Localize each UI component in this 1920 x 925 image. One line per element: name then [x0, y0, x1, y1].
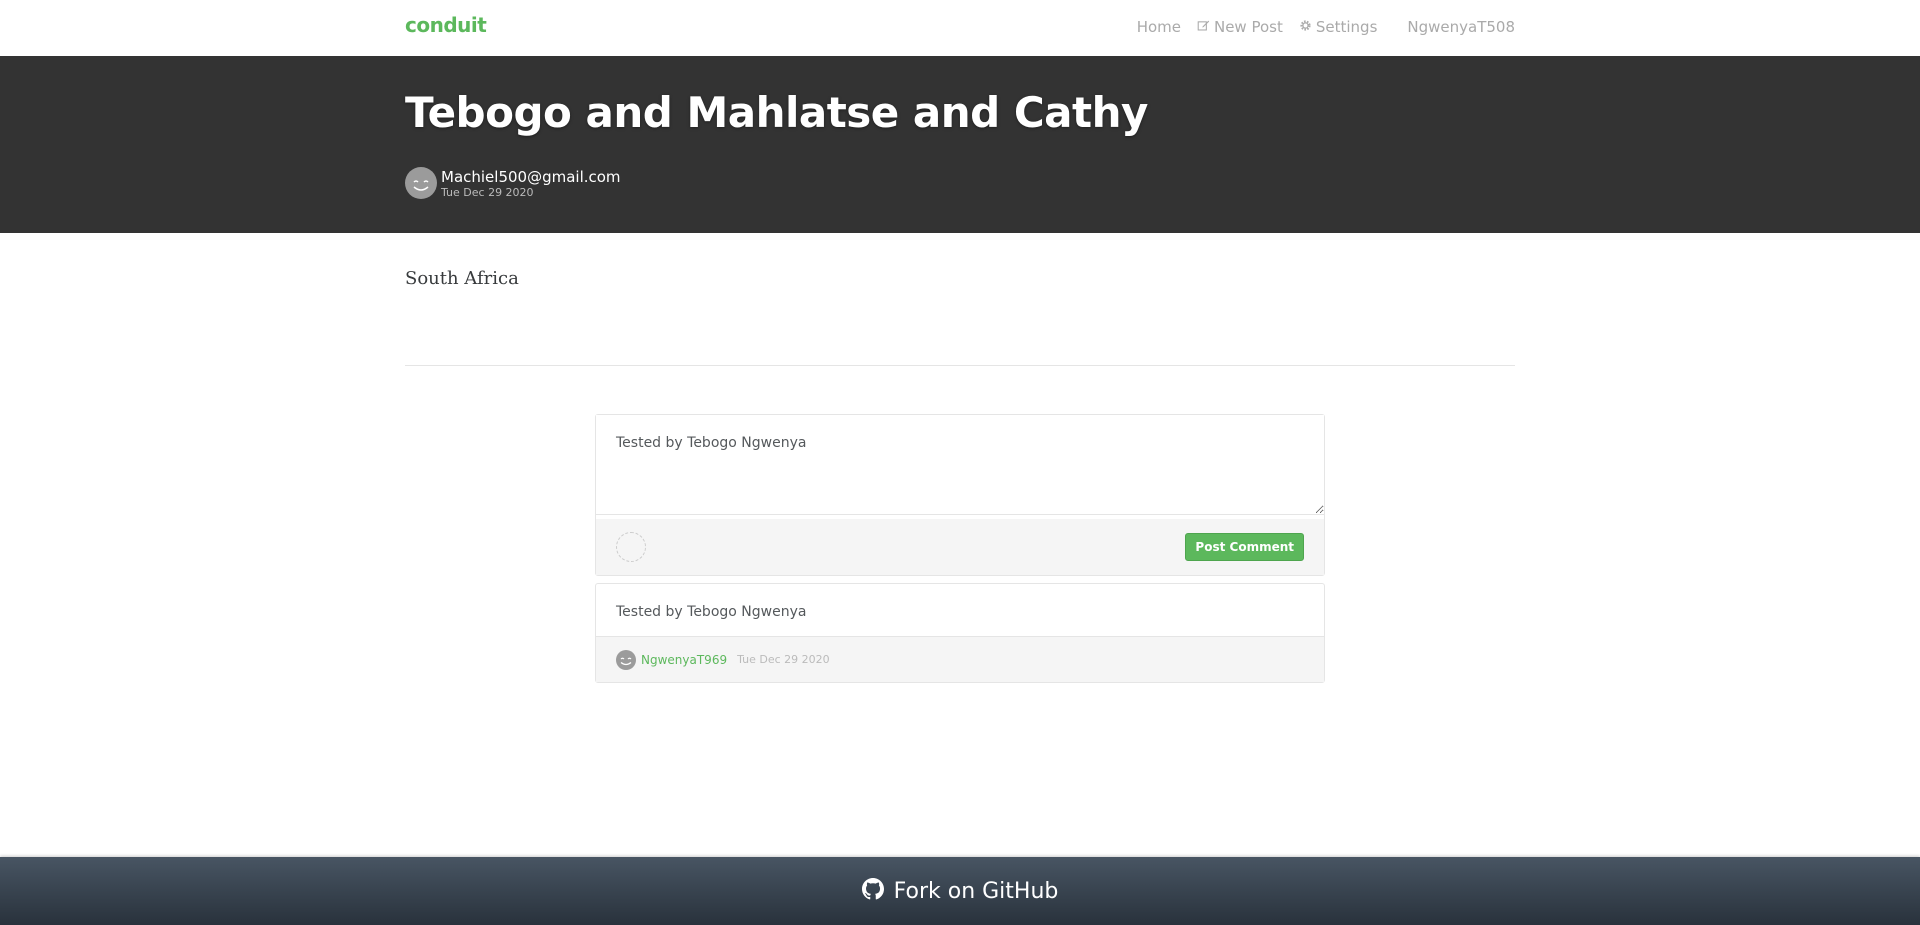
nav-new-post[interactable]: New Post — [1197, 18, 1283, 36]
article-body: South Africa — [405, 268, 519, 289]
comment-form: Post Comment — [595, 414, 1325, 576]
nav-home[interactable]: Home — [1137, 18, 1181, 36]
gear-icon — [1299, 18, 1312, 36]
fork-on-github-label: Fork on GitHub — [893, 878, 1059, 904]
meta-info: Machiel500@gmail.com Tue Dec 29 2020 — [441, 168, 621, 199]
comment-text: Tested by Tebogo Ngwenya — [596, 584, 1324, 637]
article-author-link[interactable]: Machiel500@gmail.com — [441, 168, 621, 186]
author-avatar[interactable] — [405, 167, 437, 199]
article-title: Tebogo and Mahlatse and Cathy — [405, 88, 1148, 137]
nav-home-label: Home — [1136, 18, 1181, 36]
nav-settings-label: Settings — [1315, 18, 1378, 36]
comment-date: Tue Dec 29 2020 — [737, 653, 830, 666]
comment-form-footer: Post Comment — [596, 519, 1324, 575]
nav-user-profile[interactable]: NgwenyaT508 — [1407, 18, 1515, 36]
divider — [405, 365, 1515, 366]
edit-icon — [1197, 18, 1210, 36]
current-user-avatar — [616, 532, 646, 562]
comment-meta: NgwenyaT969 Tue Dec 29 2020 — [596, 637, 1324, 682]
nav-links: Home New Post Settings NgwenyaT508 — [1137, 18, 1515, 36]
article-banner: Tebogo and Mahlatse and Cathy Machiel500… — [0, 56, 1920, 233]
article-meta: Machiel500@gmail.com Tue Dec 29 2020 — [405, 167, 621, 199]
fork-on-github-link[interactable]: Fork on GitHub — [0, 857, 1920, 925]
comment-author-avatar[interactable] — [616, 649, 636, 670]
comment-card: Tested by Tebogo Ngwenya NgwenyaT969 Tue… — [595, 583, 1325, 683]
brand-logo[interactable]: conduit — [405, 13, 487, 37]
comment-textarea[interactable] — [596, 415, 1324, 515]
nav-user-label: NgwenyaT508 — [1407, 18, 1515, 36]
article-date: Tue Dec 29 2020 — [441, 185, 534, 199]
comment-author-link[interactable]: NgwenyaT969 — [641, 653, 727, 667]
smiley-icon — [620, 657, 632, 665]
nav-new-post-label: New Post — [1213, 18, 1283, 36]
github-icon — [861, 878, 884, 904]
smiley-icon — [413, 180, 429, 191]
post-comment-button[interactable]: Post Comment — [1185, 533, 1304, 561]
nav-settings[interactable]: Settings — [1299, 18, 1378, 36]
navbar: conduit Home New Post Settings NgwenyaT5… — [0, 0, 1920, 56]
